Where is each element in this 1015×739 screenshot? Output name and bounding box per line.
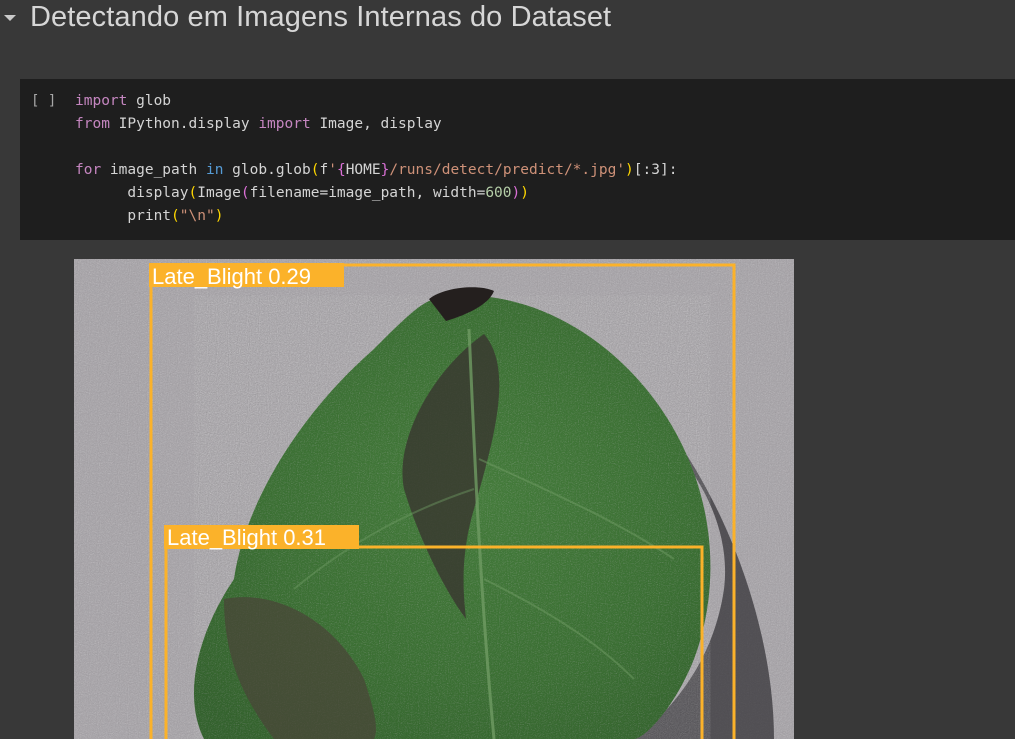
- code-line-1: import glob: [75, 93, 172, 109]
- code-cell[interactable]: [ ] import glob from IPython.display imp…: [20, 79, 1015, 240]
- detection-label-2: Late_Blight 0.31: [167, 525, 326, 550]
- code-line-6: print("\n"): [75, 208, 224, 224]
- code-editor[interactable]: import glob from IPython.display import …: [75, 90, 677, 228]
- section-header: Detectando em Imagens Internas do Datase…: [0, 0, 1015, 40]
- code-line-5: display(Image(filename=image_path, width…: [75, 185, 529, 201]
- detection-image: Late_Blight 0.29 Late_Blight 0.31: [74, 259, 794, 739]
- detection-label-1: Late_Blight 0.29: [152, 264, 311, 289]
- section-title: Detectando em Imagens Internas do Datase…: [30, 1, 612, 33]
- run-cell-button[interactable]: [ ]: [31, 93, 56, 109]
- caret-down-icon[interactable]: [4, 15, 16, 21]
- code-line-2: from IPython.display import Image, displ…: [75, 116, 442, 132]
- cell-output-image: Late_Blight 0.29 Late_Blight 0.31: [74, 259, 794, 739]
- code-line-4: for image_path in glob.glob(f'{HOME}/run…: [75, 162, 678, 178]
